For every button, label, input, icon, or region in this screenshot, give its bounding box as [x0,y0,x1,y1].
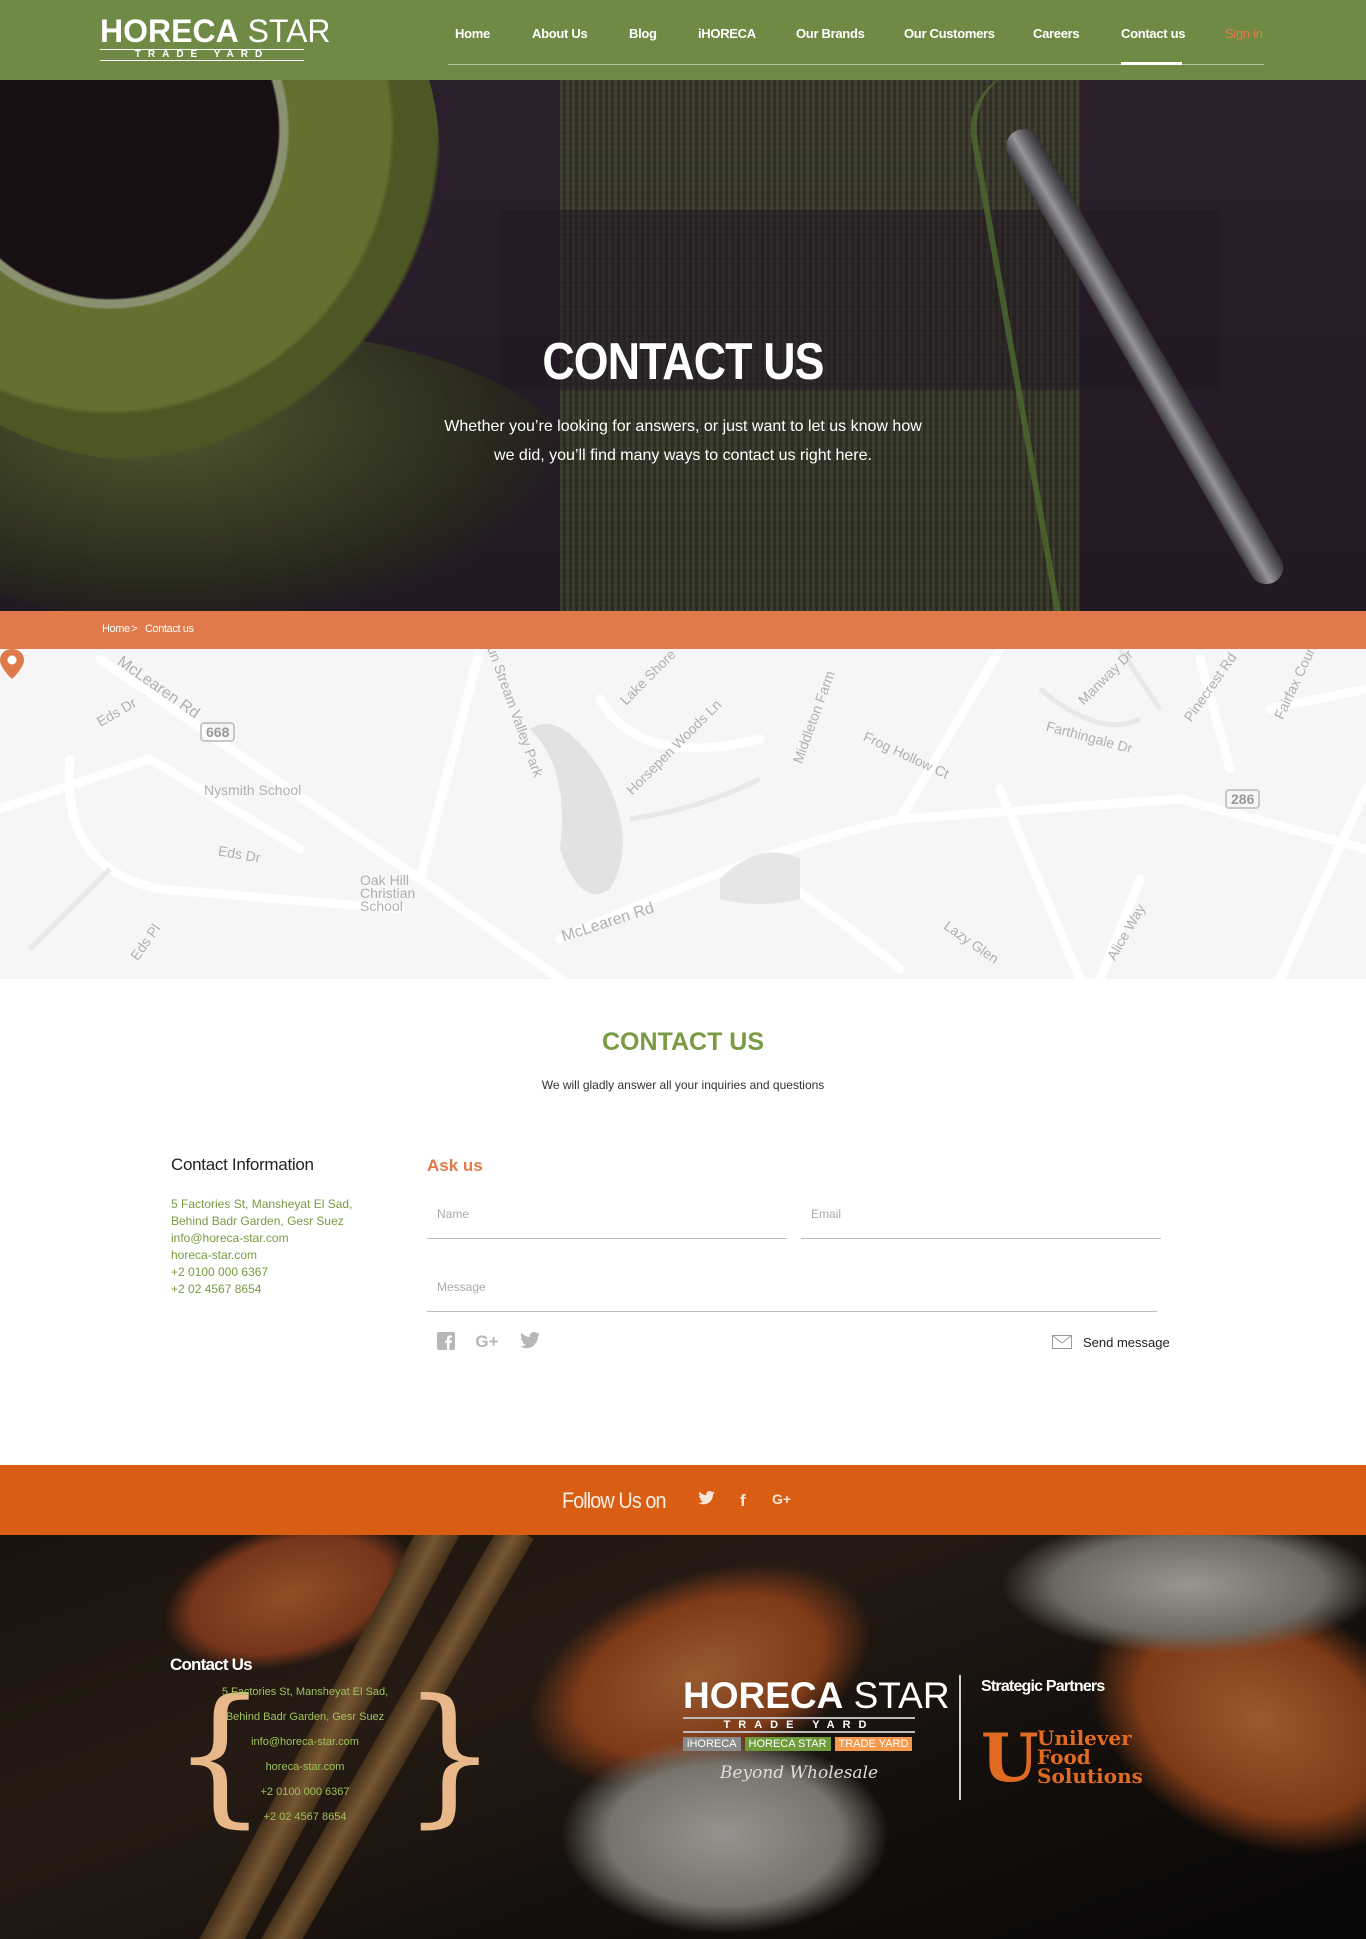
contact-website[interactable]: horeca-star.com [171,1247,257,1264]
envelope-icon [1052,1335,1072,1349]
map-label: Oak Hill Christian School [360,872,416,914]
nav-home[interactable]: Home [455,26,490,41]
facebook-icon[interactable]: f [740,1491,746,1511]
sign-in-link[interactable]: Sign in [1225,26,1263,41]
follow-us-bar: Follow Us on f G+ [0,1465,1366,1535]
breadcrumb-home[interactable]: Home [102,623,130,635]
unilever-u-icon: U [981,1719,1039,1797]
footer-logo-tag-ihoreca: iHORECA [683,1737,741,1751]
nav-active-indicator [1121,62,1182,65]
ask-us-heading: Ask us [427,1156,483,1175]
follow-us-label: Follow Us on [562,1488,667,1513]
contact-address-line: 5 Factories St, Mansheyat El Sad, [171,1197,353,1211]
partner-name-line: Solutions [1037,1764,1143,1788]
footer-phone[interactable]: +2 02 4567 8654 [200,1805,410,1830]
footer-address-line: Behind Badr Garden, Gesr Suez [225,1711,385,1723]
footer-logo-subtitle: TRADE YARD [683,1717,915,1733]
send-message-button[interactable]: Send message [1052,1335,1172,1355]
twitter-icon[interactable] [698,1491,715,1510]
nav-about-us[interactable]: About Us [532,26,588,41]
nav-careers[interactable]: Careers [1033,26,1080,41]
logo-subtitle: TRADE YARD [100,49,304,61]
twitter-icon[interactable] [519,1332,541,1352]
footer-website[interactable]: horeca-star.com [200,1755,410,1780]
contact-section-subtitle: We will gladly answer all your inquiries… [541,1078,825,1092]
name-input[interactable] [427,1204,787,1239]
nav-our-customers[interactable]: Our Customers [904,26,995,41]
breadcrumb: Home > Contact us [0,611,1366,649]
footer-email[interactable]: info@horeca-star.com [200,1730,410,1755]
location-map[interactable]: McLearen Rd Eds Dr 668 Nysmith School Ed… [0,649,1366,979]
hero-subtitle: Whether you’re looking for answers, or j… [444,418,922,464]
footer: Contact Us { } 5 Factories St, Mansheyat… [0,1535,1366,1939]
email-input[interactable] [801,1204,1161,1239]
breadcrumb-current: Contact us [145,623,194,635]
footer-logo-word-star: STAR [853,1675,950,1716]
contact-section-title: CONTACT US [601,1028,765,1056]
send-message-label: Send message [1083,1335,1170,1350]
footer-logo-word-horeca: HORECA [683,1675,844,1716]
strategic-partners-heading: Strategic Partners [981,1678,1105,1695]
hero-banner: CONTACT US Whether you’re looking for an… [0,80,1366,611]
footer-logo[interactable]: HORECA STAR TRADE YARD iHORECA HORECA ST… [683,1675,950,1783]
contact-address-line: Behind Badr Garden, Gesr Suez [171,1214,344,1228]
footer-logo-tag-horeca-star: HORECA STAR [744,1737,831,1751]
google-plus-icon[interactable]: G+ [772,1491,791,1507]
contact-info-heading: Contact Information [171,1155,314,1174]
contact-email[interactable]: info@horeca-star.com [171,1230,289,1247]
main-menu: Home About Us Blog iHORECA Our Brands Ou… [0,26,1366,46]
nav-our-brands[interactable]: Our Brands [796,26,865,41]
nav-ihoreca[interactable]: iHORECA [698,26,756,41]
map-route-shield: 286 [1225,789,1261,809]
map-route-shield: 668 [200,722,236,742]
map-label: Nysmith School [204,782,302,798]
facebook-icon[interactable] [435,1332,457,1352]
footer-phone[interactable]: +2 0100 000 6367 [200,1780,410,1805]
google-plus-icon[interactable]: G+ [473,1332,501,1352]
footer-logo-tag-trade-yard: TRADE YARD [834,1737,913,1751]
top-navbar: HORECA STAR TRADE YARD Home About Us Blo… [0,0,1366,80]
message-input[interactable] [427,1277,1157,1312]
footer-logo-tagline: Beyond Wholesale [719,1763,879,1783]
map-marker-icon[interactable] [0,649,24,679]
hero-title: CONTACT US [542,333,824,391]
footer-divider [959,1675,961,1800]
contact-phone[interactable]: +2 0100 000 6367 [171,1264,268,1281]
unilever-food-solutions-logo[interactable]: U Unilever Food Solutions [981,1719,1143,1797]
map-roads [0,649,1366,979]
nav-blog[interactable]: Blog [629,26,657,41]
breadcrumb-separator: > [131,623,138,635]
footer-address-line: 5 Factories St, Mansheyat El Sad, [221,1686,389,1698]
contact-phone[interactable]: +2 02 4567 8654 [171,1281,261,1298]
nav-contact-us[interactable]: Contact us [1121,26,1185,41]
